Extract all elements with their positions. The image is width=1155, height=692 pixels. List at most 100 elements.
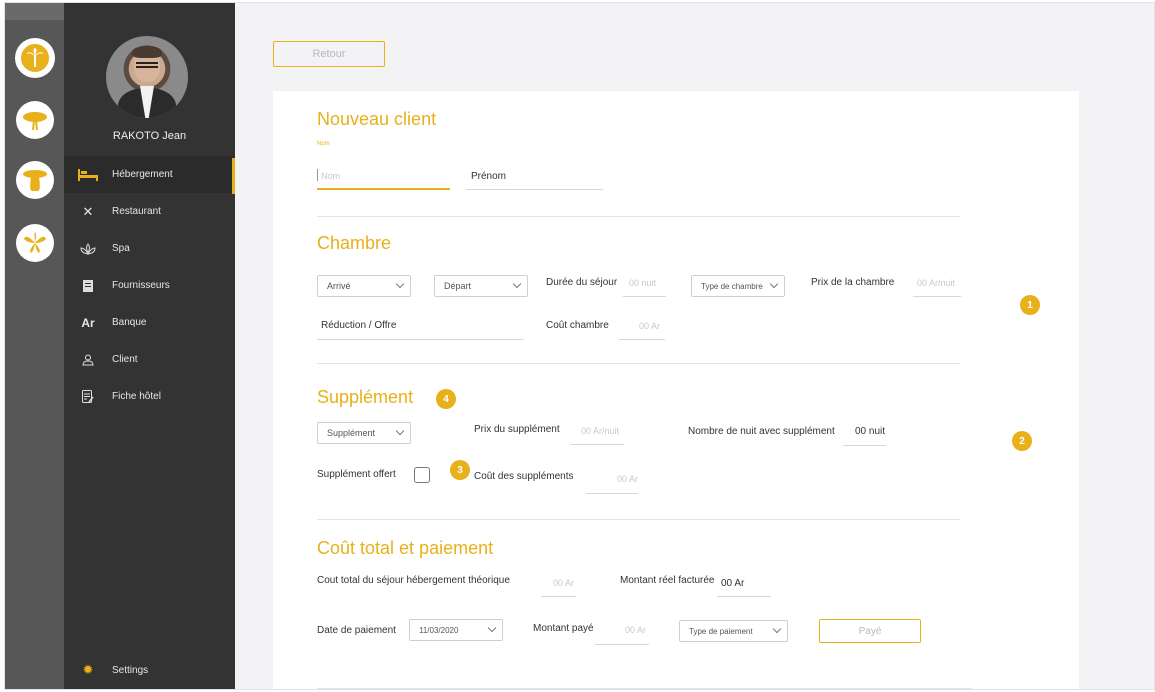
prix-chambre-underline: [913, 296, 961, 297]
annotation-badge: 1: [1020, 295, 1040, 315]
cout-chambre-label: Coût chambre: [546, 320, 609, 331]
rail-acacia-button[interactable]: [16, 101, 54, 139]
type-paiement-select[interactable]: Type de paiement: [679, 620, 788, 642]
depart-select-label: Départ: [444, 281, 472, 291]
receipt-icon: [64, 279, 112, 292]
rail-spa-button[interactable]: [16, 224, 54, 262]
user-icon: [64, 354, 112, 366]
settings-label: Settings: [112, 664, 149, 676]
prenom-input-underline: [466, 189, 603, 190]
arrive-date-select[interactable]: Arrivé: [317, 275, 411, 297]
depart-date-select[interactable]: Départ: [434, 275, 528, 297]
sidebar-item-hebergement[interactable]: Hébergement: [64, 156, 235, 194]
nuits-supplement-underline: [843, 445, 886, 446]
arrive-select-label: Arrivé: [327, 281, 351, 291]
annotation-badge: 3: [450, 460, 470, 480]
sidebar-item-spa[interactable]: Spa: [64, 230, 235, 267]
chevron-down-icon: [769, 279, 779, 289]
baobab-tree-icon: [20, 165, 50, 195]
section-title-client: Nouveau client: [317, 109, 437, 129]
nom-input-underline: [317, 188, 450, 190]
type-paiement-label: Type de paiement: [689, 626, 753, 636]
sidebar-item-client[interactable]: Client: [64, 341, 235, 378]
nom-input[interactable]: Nom: [321, 171, 340, 181]
utensils-icon: ✕: [82, 203, 94, 219]
date-paiement-label: Date de paiement: [317, 625, 396, 636]
sidebar-item-label: Banque: [112, 317, 147, 328]
palm-tree-icon: [18, 41, 52, 75]
sidebar-item-settings[interactable]: ✹ Settings: [64, 655, 235, 685]
duree-underline: [623, 296, 666, 297]
prix-chambre-label: Prix de la chambre: [811, 277, 895, 288]
sidebar-item-label: Client: [112, 354, 138, 365]
document-icon: [64, 390, 112, 403]
sidebar-item-label: Fiche hôtel: [112, 391, 161, 402]
montant-paye-label: Montant payé: [533, 623, 594, 634]
annotation-badge: 2: [1012, 431, 1032, 451]
type-chambre-label: Type de chambre: [701, 281, 763, 291]
reduction-underline: [317, 339, 524, 340]
prix-chambre-input[interactable]: 00 Ar/nuit: [917, 278, 955, 288]
section-title-paiement: Coût total et paiement: [317, 538, 494, 558]
sidebar-item-label: Hébergement: [112, 169, 173, 180]
date-paiement-select[interactable]: 11/03/2020: [409, 619, 503, 641]
sidebar: RAKOTO Jean Hébergement ✕ Restaurant Spa: [64, 3, 235, 689]
sidebar-item-restaurant[interactable]: ✕ Restaurant: [64, 193, 235, 230]
montant-reel-label: Montant réel facturée: [620, 575, 715, 586]
prix-supplement-label: Prix du supplément: [474, 424, 560, 435]
sidebar-item-label: Spa: [112, 243, 130, 254]
sidebar-item-banque[interactable]: Ar Banque: [64, 304, 235, 341]
sidebar-nav: Hébergement ✕ Restaurant Spa Fournisseur…: [64, 156, 235, 415]
chevron-down-icon: [395, 426, 405, 436]
divider: [317, 519, 960, 520]
bank-icon: Ar: [81, 315, 95, 330]
nuits-supplement-input[interactable]: 00 nuit: [855, 426, 885, 437]
type-chambre-select[interactable]: Type de chambre: [691, 275, 785, 297]
annotation-badge: 4: [436, 389, 456, 409]
spa-icon: [64, 242, 112, 255]
chevron-down-icon: [512, 279, 522, 289]
avatar[interactable]: [106, 36, 188, 118]
rail-header: [5, 3, 64, 20]
supplement-offert-label: Supplément offert: [317, 469, 396, 480]
montant-paye-input[interactable]: 00 Ar: [625, 625, 646, 635]
chevron-down-icon: [772, 624, 782, 634]
cout-chambre-underline: [619, 339, 665, 340]
cout-supplements-label: Coût des suppléments: [474, 471, 574, 482]
flower-icon: [20, 228, 50, 258]
text-caret: [317, 169, 318, 181]
prix-supplement-underline: [570, 444, 624, 445]
supplement-offert-checkbox[interactable]: [414, 467, 430, 483]
section-title-chambre: Chambre: [317, 233, 392, 253]
back-button[interactable]: Retour: [273, 41, 385, 67]
cout-chambre-input[interactable]: 00 Ar: [639, 321, 660, 331]
cout-total-label: Cout total du séjour hébergement théoriq…: [317, 575, 510, 586]
date-paiement-value: 11/03/2020: [419, 625, 459, 635]
section-title-supplement: Supplément: [317, 387, 414, 407]
gear-icon: ✹: [82, 662, 94, 677]
montant-reel-underline: [717, 596, 771, 597]
divider: [317, 216, 960, 217]
sidebar-item-fiche-hotel[interactable]: Fiche hôtel: [64, 378, 235, 415]
sidebar-item-label: Fournisseurs: [112, 280, 170, 291]
cout-total-input[interactable]: 00 Ar: [553, 578, 574, 588]
prix-supplement-input[interactable]: 00 Ar/nuit: [581, 426, 619, 436]
montant-reel-input[interactable]: 00 Ar: [721, 578, 744, 589]
form-card: Nouveau client Nom Nom Prénom Chambre Ar…: [273, 91, 1079, 689]
duree-input[interactable]: 00 nuit: [629, 278, 656, 288]
prenom-input[interactable]: Prénom: [471, 171, 506, 182]
paye-button[interactable]: Payé: [819, 619, 921, 643]
nom-field-label: Nom: [317, 141, 330, 147]
reduction-input[interactable]: Réduction / Offre: [321, 320, 396, 331]
supplement-select[interactable]: Supplément: [317, 422, 411, 444]
chevron-down-icon: [487, 623, 497, 633]
duree-label: Durée du séjour: [546, 277, 618, 288]
sidebar-item-fournisseurs[interactable]: Fournisseurs: [64, 267, 235, 304]
cout-supplements-input[interactable]: 00 Ar: [617, 474, 638, 484]
app-frame: RAKOTO Jean Hébergement ✕ Restaurant Spa: [4, 2, 1155, 690]
acacia-tree-icon: [20, 105, 50, 135]
bed-icon: [64, 168, 112, 181]
rail-hotel-button[interactable]: [16, 39, 54, 77]
rail-baobab-button[interactable]: [16, 161, 54, 199]
module-rail: [5, 3, 64, 689]
